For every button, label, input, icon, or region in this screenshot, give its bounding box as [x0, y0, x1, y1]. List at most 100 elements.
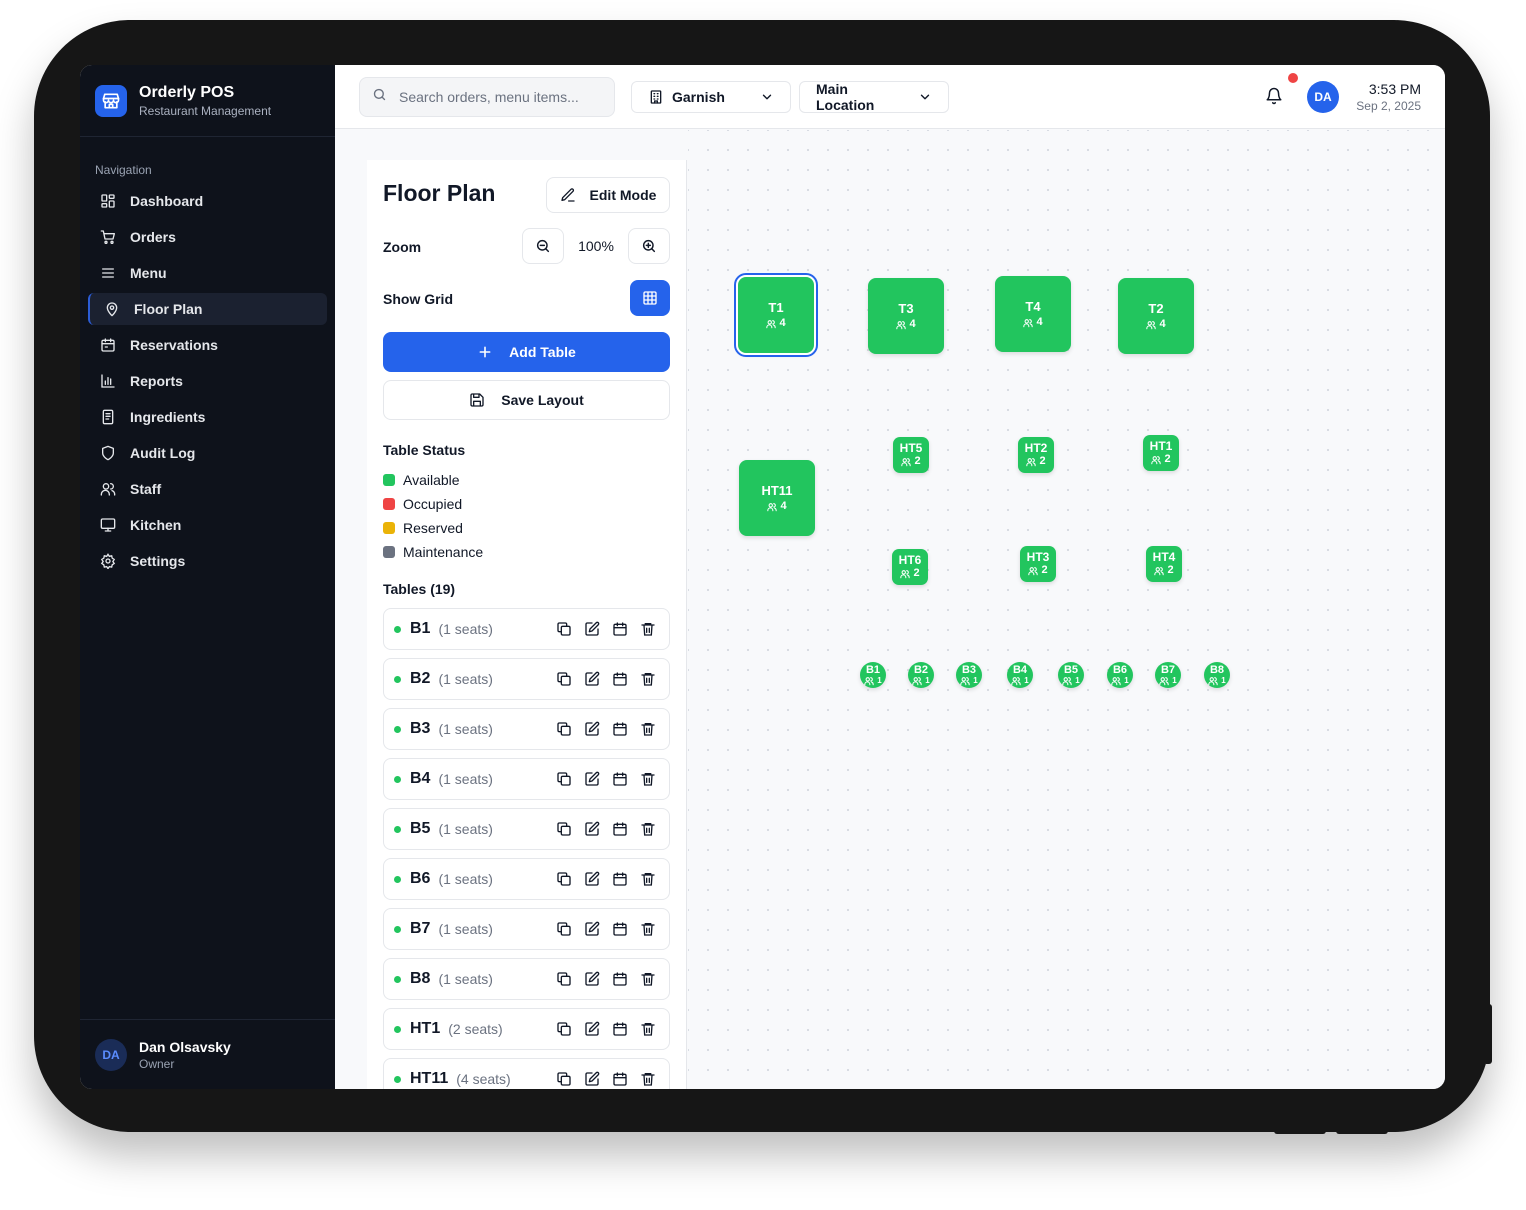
table-list-item[interactable]: HT1 (2 seats): [383, 1008, 670, 1050]
table-list-item[interactable]: B7 (1 seats): [383, 908, 670, 950]
floor-table-seats: 2: [1028, 564, 1048, 577]
sidebar-item-settings[interactable]: Settings: [88, 545, 327, 577]
zoom-out-button[interactable]: [522, 228, 564, 264]
copy-icon[interactable]: [555, 770, 573, 788]
sidebar-item-reports[interactable]: Reports: [88, 365, 327, 397]
sidebar-item-ingredients[interactable]: Ingredients: [88, 401, 327, 433]
table-list-item[interactable]: B6 (1 seats): [383, 858, 670, 900]
users-icon: [1208, 676, 1221, 686]
zoom-in-button[interactable]: [628, 228, 670, 264]
calendar-icon[interactable]: [611, 720, 629, 738]
floor-table-t1[interactable]: T1 4: [734, 273, 818, 357]
trash-icon[interactable]: [639, 720, 657, 738]
floor-table-b4[interactable]: B4 1: [1007, 662, 1033, 688]
trash-icon[interactable]: [639, 870, 657, 888]
floor-table-ht1[interactable]: HT1 2: [1143, 435, 1179, 471]
table-actions: [545, 870, 657, 888]
table-list-item[interactable]: B8 (1 seats): [383, 958, 670, 1000]
copy-icon[interactable]: [555, 870, 573, 888]
trash-icon[interactable]: [639, 1020, 657, 1038]
avatar[interactable]: DA: [1307, 81, 1339, 113]
floor-table-ht6[interactable]: HT6 2: [892, 549, 928, 585]
sidebar-item-floor-plan[interactable]: Floor Plan: [88, 293, 327, 325]
sidebar-item-audit-log[interactable]: Audit Log: [88, 437, 327, 469]
calendar-icon[interactable]: [611, 770, 629, 788]
floor-table-b1[interactable]: B1 1: [860, 662, 886, 688]
edit-icon[interactable]: [583, 1020, 601, 1038]
edit-mode-button[interactable]: Edit Mode: [546, 177, 670, 213]
copy-icon[interactable]: [555, 720, 573, 738]
calendar-icon[interactable]: [611, 820, 629, 838]
edit-icon[interactable]: [583, 970, 601, 988]
seat-count: 1: [925, 675, 930, 685]
table-list-item[interactable]: B1 (1 seats): [383, 608, 670, 650]
edit-icon[interactable]: [583, 920, 601, 938]
copy-icon[interactable]: [555, 620, 573, 638]
edit-icon[interactable]: [583, 870, 601, 888]
sidebar-item-kitchen[interactable]: Kitchen: [88, 509, 327, 541]
floor-table-b3[interactable]: B3 1: [956, 662, 982, 688]
add-table-button[interactable]: Add Table: [383, 332, 670, 372]
trash-icon[interactable]: [639, 620, 657, 638]
edit-icon[interactable]: [583, 1070, 601, 1088]
floor-table-t2[interactable]: T2 4: [1118, 278, 1194, 354]
sidebar-item-reservations[interactable]: Reservations: [88, 329, 327, 361]
copy-icon[interactable]: [555, 970, 573, 988]
bell-icon[interactable]: [1265, 87, 1285, 107]
calendar-icon[interactable]: [611, 970, 629, 988]
table-list-item[interactable]: B5 (1 seats): [383, 808, 670, 850]
location-select[interactable]: Main Location: [799, 81, 949, 113]
floor-table-ht11[interactable]: HT11 4: [739, 460, 815, 536]
copy-icon[interactable]: [555, 820, 573, 838]
edit-icon[interactable]: [583, 670, 601, 688]
floor-table-ht3[interactable]: HT3 2: [1020, 546, 1056, 582]
table-list-item[interactable]: B3 (1 seats): [383, 708, 670, 750]
table-list-item[interactable]: B4 (1 seats): [383, 758, 670, 800]
edit-icon[interactable]: [583, 720, 601, 738]
trash-icon[interactable]: [639, 770, 657, 788]
calendar-icon[interactable]: [611, 920, 629, 938]
floor-plan-canvas[interactable]: T1 4 T3 4 T4 4 T2 4 HT11 4 HT5 2 HT2 2 HT1 2 HT6 2 HT3 2 HT4…: [688, 130, 1445, 1089]
floor-table-ht4[interactable]: HT4 2: [1146, 546, 1182, 582]
user-profile[interactable]: DA Dan Olsavsky Owner: [80, 1019, 335, 1089]
calendar-icon[interactable]: [611, 870, 629, 888]
floor-table-ht5[interactable]: HT5 2: [893, 437, 929, 473]
sidebar-item-menu[interactable]: Menu: [88, 257, 327, 289]
trash-icon[interactable]: [639, 1070, 657, 1088]
trash-icon[interactable]: [639, 970, 657, 988]
floor-table-ht2[interactable]: HT2 2: [1018, 437, 1054, 473]
sidebar-item-staff[interactable]: Staff: [88, 473, 327, 505]
calendar-icon[interactable]: [611, 1070, 629, 1088]
calendar-icon[interactable]: [611, 1020, 629, 1038]
chevron-down-icon: [760, 90, 774, 104]
trash-icon[interactable]: [639, 820, 657, 838]
sidebar-item-orders[interactable]: Orders: [88, 221, 327, 253]
table-list-item[interactable]: B2 (1 seats): [383, 658, 670, 700]
floor-table-t4[interactable]: T4 4: [995, 276, 1071, 352]
calendar-icon[interactable]: [611, 620, 629, 638]
copy-icon[interactable]: [555, 1020, 573, 1038]
save-layout-button[interactable]: Save Layout: [383, 380, 670, 420]
show-grid-toggle[interactable]: [630, 280, 670, 316]
edit-icon[interactable]: [583, 820, 601, 838]
restaurant-select[interactable]: Garnish: [631, 81, 791, 113]
floor-table-t3[interactable]: T3 4: [868, 278, 944, 354]
copy-icon[interactable]: [555, 670, 573, 688]
edit-icon[interactable]: [583, 620, 601, 638]
table-list-item[interactable]: HT11 (4 seats): [383, 1058, 670, 1089]
floor-table-b6[interactable]: B6 1: [1107, 662, 1133, 688]
copy-icon[interactable]: [555, 1070, 573, 1088]
calendar-icon[interactable]: [611, 670, 629, 688]
edit-icon[interactable]: [583, 770, 601, 788]
floor-table-b2[interactable]: B2 1: [908, 662, 934, 688]
trash-icon[interactable]: [639, 670, 657, 688]
status-dot: [394, 725, 401, 733]
sidebar-item-dashboard[interactable]: Dashboard: [88, 185, 327, 217]
edit-mode-label: Edit Mode: [589, 187, 657, 203]
search-input[interactable]: [399, 89, 599, 105]
trash-icon[interactable]: [639, 920, 657, 938]
floor-table-b7[interactable]: B7 1: [1155, 662, 1181, 688]
floor-table-b8[interactable]: B8 1: [1204, 662, 1230, 688]
floor-table-b5[interactable]: B5 1: [1058, 662, 1084, 688]
copy-icon[interactable]: [555, 920, 573, 938]
